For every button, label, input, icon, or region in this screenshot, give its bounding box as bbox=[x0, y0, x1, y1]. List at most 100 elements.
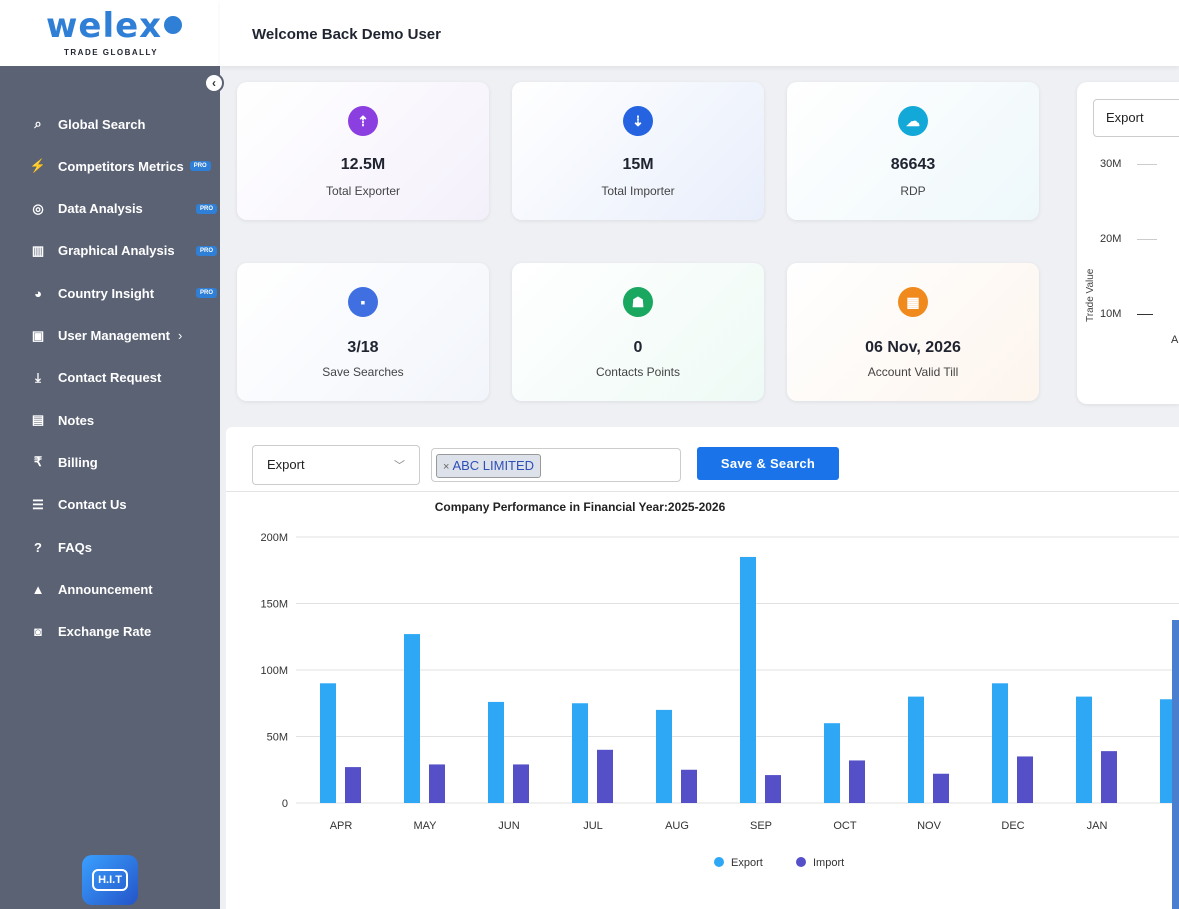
x-tick-label: JAN bbox=[1087, 820, 1108, 832]
export-bar bbox=[404, 634, 420, 803]
stat-value: 86643 bbox=[890, 156, 936, 173]
sidebar-item-label: Global Search bbox=[58, 116, 146, 132]
sidebar-item-label: Notes bbox=[58, 412, 95, 428]
rupee-icon: ₹ bbox=[33, 454, 43, 470]
sidebar-item-label: Contact Request bbox=[58, 370, 162, 386]
brand-tagline: TRADE GLOBALLY bbox=[64, 48, 159, 57]
export-bar bbox=[740, 556, 756, 803]
sidebar-item-notes[interactable]: ▤ Notes bbox=[0, 403, 220, 437]
sidebar-item-label: Graphical Analysis bbox=[58, 243, 175, 259]
x-tick-label: APR bbox=[330, 820, 353, 832]
pro-badge: PRO bbox=[189, 161, 211, 172]
x-tick-label: JUN bbox=[498, 820, 519, 832]
sidebar-item-label: FAQs bbox=[58, 539, 92, 555]
sidebar-item-label: User Management bbox=[58, 328, 170, 343]
sidebar-item-faqs[interactable]: ? FAQs bbox=[0, 530, 220, 564]
sidebar-item-label: Contact Us bbox=[58, 497, 127, 513]
stat-value: 3/18 bbox=[347, 339, 379, 356]
sidebar-item-competitors-metrics[interactable]: ⚡ Competitors Metrics PRO bbox=[0, 149, 220, 183]
sidebar-item-label: Country Insight bbox=[58, 285, 155, 301]
sidebar-item-billing[interactable]: ₹ Billing bbox=[0, 445, 220, 479]
stat-value: 0 bbox=[633, 339, 643, 356]
stat-label: RDP bbox=[900, 184, 926, 198]
sidebar-item-label: Announcement bbox=[58, 581, 153, 597]
sidebar-item-contact-us[interactable]: ☰ Contact Us bbox=[0, 488, 220, 522]
export-bar bbox=[488, 701, 504, 803]
side-panel-edge[interactable] bbox=[1172, 620, 1179, 909]
sidebar-item-user-management[interactable]: ▣ User Management › bbox=[0, 319, 220, 353]
chevron-right-icon: › bbox=[177, 328, 183, 343]
globe-logo-icon bbox=[164, 15, 183, 34]
sidebar-item-global-search[interactable]: ⌕ Global Search bbox=[0, 107, 220, 141]
x-tick-label: JUL bbox=[583, 820, 603, 832]
y-tick-label: 50M bbox=[267, 732, 288, 744]
sidebar-item-announcement[interactable]: ▲ Announcement bbox=[0, 572, 220, 606]
import-bar bbox=[597, 749, 613, 803]
search-icon: ⌕ bbox=[34, 116, 42, 131]
legend-label: Export bbox=[731, 857, 763, 869]
sidebar-item-exchange-rate[interactable]: ◙ Exchange Rate bbox=[0, 615, 220, 649]
list-icon: ☰ bbox=[32, 496, 44, 512]
legend-marker bbox=[796, 857, 806, 867]
sidebar-item-label: Data Analysis bbox=[58, 201, 143, 217]
sidebar-item-country-insight[interactable]: ◕ Country Insight PRO bbox=[0, 276, 220, 310]
mini-trade-type-select[interactable]: Export bbox=[1093, 99, 1179, 137]
stat-card-contacts-points: ☗ 0 Contacts Points bbox=[512, 263, 764, 401]
export-bar bbox=[656, 709, 672, 803]
import-bar bbox=[345, 767, 361, 803]
export-bar bbox=[992, 683, 1008, 803]
mini-y-axis-label: Trade Value bbox=[1085, 268, 1096, 322]
download-tray-icon: ⤓ bbox=[35, 369, 41, 385]
analysis-icon: ◎ bbox=[32, 200, 44, 216]
sidebar-item-contact-request[interactable]: ⤓ Contact Request bbox=[0, 361, 220, 395]
brand-name: welex bbox=[46, 6, 183, 46]
import-bar bbox=[765, 775, 781, 803]
stat-value: 06 Nov, 2026 bbox=[865, 339, 961, 356]
performance-bar-chart: 0 50M 100M 150M 200M APR MAY JUN JUL AUG SEP OCT NOV… bbox=[260, 532, 1179, 869]
import-bar bbox=[849, 760, 865, 803]
sidebar: welex TRADE GLOBALLY ‹ ⌕ Global Search ⚡ Co… bbox=[0, 0, 224, 909]
x-tick-label: MAY bbox=[413, 820, 437, 832]
stat-label: Total Exporter bbox=[325, 184, 401, 198]
mini-x-tick: Ap bbox=[1171, 334, 1179, 346]
mini-gridline bbox=[1137, 239, 1157, 240]
stat-label: Account Valid Till bbox=[867, 365, 959, 379]
stat-value: 12.5M bbox=[340, 156, 386, 173]
y-tick-label: 0 bbox=[282, 798, 288, 810]
import-bar bbox=[681, 769, 697, 803]
sidebar-item-data-analysis[interactable]: ◎ Data Analysis PRO bbox=[0, 192, 220, 226]
mini-y-tick: 10M bbox=[1100, 308, 1122, 320]
calendar-icon: ▤ bbox=[31, 412, 45, 428]
bar-chart-icon: ▥ bbox=[31, 242, 45, 258]
sidebar-item-graphical-analysis[interactable]: ▥ Graphical Analysis PRO bbox=[0, 234, 220, 268]
collapse-sidebar-button[interactable]: ‹ bbox=[204, 73, 224, 93]
import-bar bbox=[429, 764, 445, 803]
stat-label: Total Importer bbox=[601, 184, 675, 198]
stat-card-total-exporter: ⇡ 12.5M Total Exporter bbox=[237, 82, 489, 220]
sort-up-icon: ⇡ bbox=[348, 106, 378, 136]
sidebar-item-label: Exchange Rate bbox=[58, 624, 152, 640]
help-chat-button[interactable]: H.I.T bbox=[82, 855, 138, 905]
welcome-message: Welcome Back Demo User bbox=[252, 26, 441, 43]
help-badge-label: H.I.T bbox=[92, 869, 128, 891]
pro-badge: PRO bbox=[196, 288, 218, 299]
stat-label: Save Searches bbox=[322, 365, 404, 379]
x-tick-label: NOV bbox=[917, 820, 942, 832]
user-card-icon: ▣ bbox=[31, 327, 45, 343]
import-bar bbox=[1101, 751, 1117, 803]
stat-card-total-importer: ⇣ 15M Total Importer bbox=[512, 82, 764, 220]
sort-down-icon: ⇣ bbox=[623, 106, 653, 136]
x-tick-label: AUG bbox=[665, 820, 689, 832]
megaphone-icon: ▲ bbox=[31, 581, 45, 597]
logo[interactable]: welex TRADE GLOBALLY bbox=[0, 0, 220, 66]
stat-card-account-valid-till: ▦ 06 Nov, 2026 Account Valid Till bbox=[787, 263, 1039, 401]
x-tick-label: SEP bbox=[750, 820, 772, 832]
stat-label: Contacts Points bbox=[595, 365, 681, 379]
contact-book-icon: ☗ bbox=[623, 287, 653, 317]
header: Welcome Back Demo User bbox=[220, 0, 1179, 66]
y-tick-label: 200M bbox=[260, 532, 288, 544]
x-tick-label: DEC bbox=[1001, 820, 1024, 832]
pro-badge: PRO bbox=[196, 203, 218, 214]
mini-gridline bbox=[1137, 164, 1157, 165]
export-bar bbox=[1076, 696, 1092, 803]
